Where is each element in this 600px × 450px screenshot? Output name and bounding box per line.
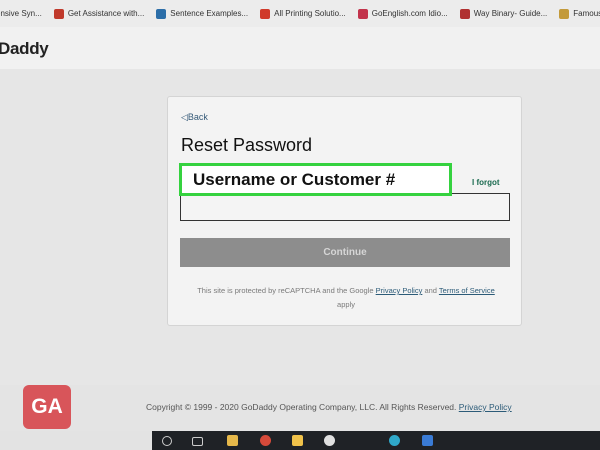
browser-icon[interactable] xyxy=(324,435,335,446)
bookmark-item[interactable]: All Printing Solutio... xyxy=(260,8,352,19)
bookmark-label: All Printing Solutio... xyxy=(274,9,346,18)
bookmark-item[interactable]: Famous xyxy=(559,8,600,19)
recaptcha-notice: This site is protected by reCAPTCHA and … xyxy=(188,284,504,312)
bookmark-favicon-icon xyxy=(459,8,470,19)
ga-badge: GA xyxy=(23,385,71,429)
copyright-label: Copyright © 1999 - 2020 GoDaddy Operatin… xyxy=(146,402,457,412)
bookmark-label: Way Binary- Guide... xyxy=(473,9,548,18)
username-input[interactable] xyxy=(180,193,510,221)
bookmark-label: GoEnglish.com Idio... xyxy=(371,9,448,18)
reset-password-card: ◁Back Reset Password Username or Custome… xyxy=(167,96,522,326)
bookmark-item[interactable]: GoEnglish.com Idio... xyxy=(357,8,454,19)
legal-suffix: apply xyxy=(337,300,355,309)
taskbar xyxy=(0,431,600,450)
edge-icon[interactable] xyxy=(389,435,400,446)
copyright-text: Copyright © 1999 - 2020 GoDaddy Operatin… xyxy=(146,402,512,412)
back-arrow-icon: ◁ xyxy=(181,112,188,122)
bookmark-favicon-icon xyxy=(357,8,368,19)
godaddy-logo[interactable]: Daddy xyxy=(0,39,49,59)
bookmark-favicon-icon xyxy=(559,8,570,19)
bookmark-favicon-icon xyxy=(156,8,167,19)
bookmark-item[interactable]: Get Assistance with... xyxy=(53,8,150,19)
site-header: Daddy xyxy=(0,27,600,69)
legal-prefix: This site is protected by reCAPTCHA and … xyxy=(197,286,374,295)
page-title: Reset Password xyxy=(181,135,313,155)
bookmark-label: Famous xyxy=(573,9,600,18)
folder-icon[interactable] xyxy=(292,435,303,446)
terms-of-service-link[interactable]: Terms of Service xyxy=(439,286,495,295)
bookmark-favicon-icon xyxy=(53,8,64,19)
continue-button[interactable]: Continue xyxy=(180,238,510,267)
chrome-icon[interactable] xyxy=(260,435,271,446)
bookmark-item[interactable]: ensive Syn... xyxy=(0,9,48,18)
bookmark-favicon-icon xyxy=(260,8,271,19)
back-label: Back xyxy=(187,112,208,122)
file-explorer-icon[interactable] xyxy=(227,435,238,446)
legal-and: and xyxy=(424,286,437,295)
footer-privacy-link[interactable]: Privacy Policy xyxy=(459,402,512,412)
app-icon[interactable] xyxy=(422,435,433,446)
bookmarks-bar: ensive Syn... Get Assistance with... Sen… xyxy=(0,0,600,28)
task-view-icon[interactable] xyxy=(192,437,203,446)
search-icon[interactable] xyxy=(162,436,172,446)
field-label-text: Username or Customer # xyxy=(193,169,396,189)
bookmark-item[interactable]: Sentence Examples... xyxy=(156,8,254,19)
bookmark-item[interactable]: Way Binary- Guide... xyxy=(459,8,554,19)
privacy-policy-link[interactable]: Privacy Policy xyxy=(376,286,423,295)
bookmark-label: Sentence Examples... xyxy=(170,9,249,18)
back-link[interactable]: ◁Back xyxy=(181,112,208,123)
bookmark-label: Get Assistance with... xyxy=(67,9,145,18)
taskbar-apps xyxy=(152,431,600,450)
forgot-link[interactable]: I forgot xyxy=(472,178,500,187)
bookmark-label: ensive Syn... xyxy=(0,9,42,18)
site-footer: Copyright © 1999 - 2020 GoDaddy Operatin… xyxy=(0,385,600,431)
username-field-label: Username or Customer # xyxy=(179,163,452,196)
